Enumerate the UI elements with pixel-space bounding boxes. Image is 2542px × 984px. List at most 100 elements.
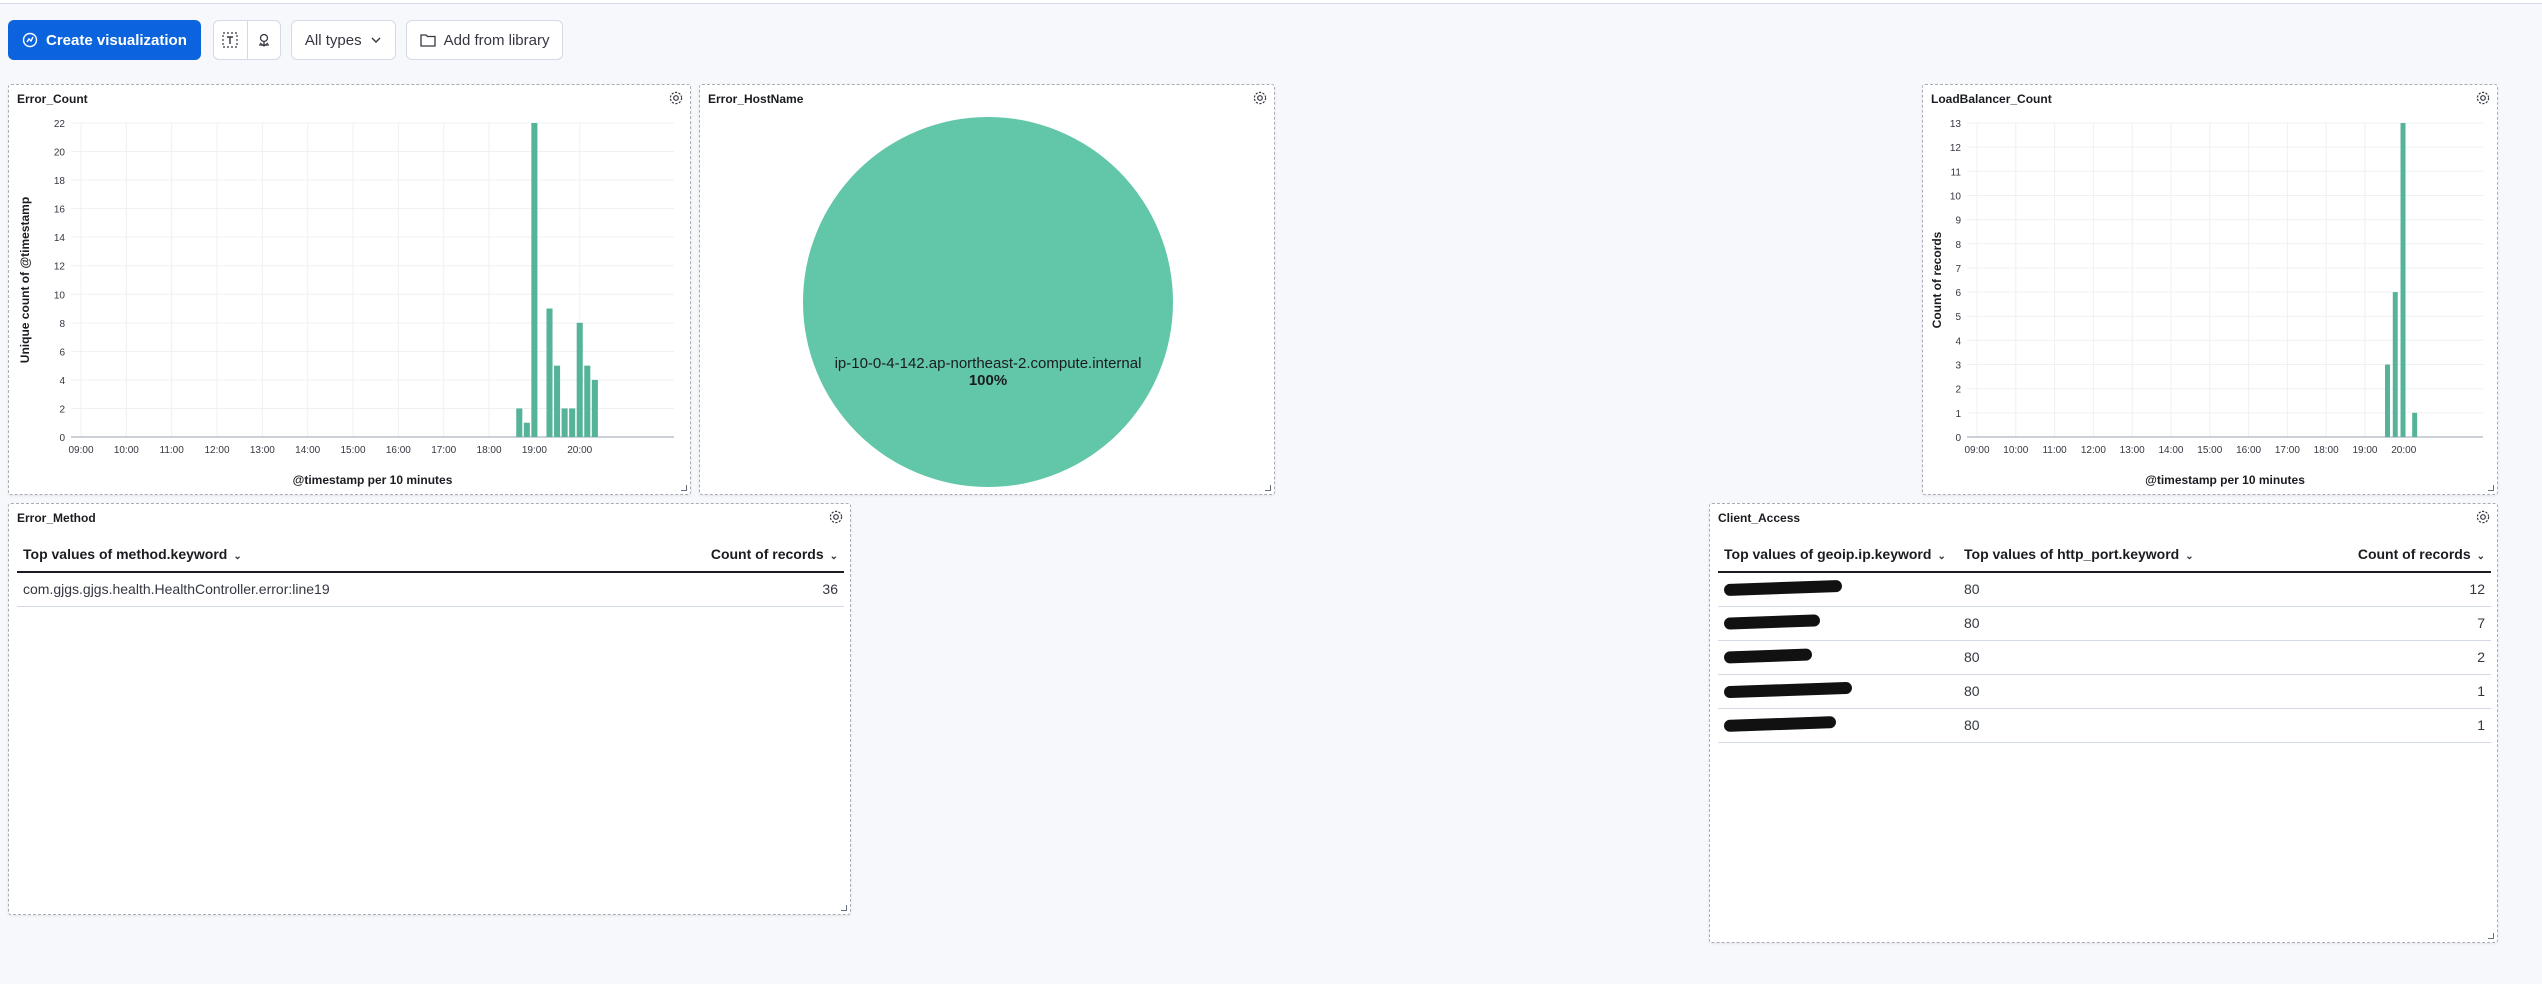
create-visualization-label: Create visualization [46, 31, 187, 49]
map-pin-icon [258, 33, 269, 47]
bar [561, 408, 568, 437]
x-tick-label: 13:00 [250, 445, 275, 456]
y-tick-label: 18 [54, 176, 66, 187]
ip-cell-redacted [1718, 708, 1958, 743]
y-tick-label: 22 [54, 119, 66, 130]
y-tick-label: 20 [54, 148, 66, 159]
bar [2385, 364, 2390, 437]
x-tick-label: 14:00 [2158, 445, 2183, 456]
add-from-library-button[interactable]: Add from library [405, 20, 564, 60]
x-tick-label: 15:00 [2197, 445, 2222, 456]
table-header-row: Top values of geoip.ip.keyword ⌄ Top valu… [1718, 536, 2491, 573]
x-tick-label: 09:00 [68, 445, 93, 456]
x-axis-label: @timestamp per 10 minutes [293, 473, 453, 487]
dashboard-toolbar: Create visualization All types Add from … [8, 20, 564, 60]
table-row: 80 1 [1718, 708, 2491, 743]
y-tick-label: 3 [1955, 361, 1961, 372]
table-row: com.gjgs.gjgs.health.HealthController.er… [17, 572, 844, 607]
port-cell: 80 [1958, 708, 2278, 743]
chevron-down-icon [371, 37, 381, 43]
port-cell: 80 [1958, 674, 2278, 709]
x-tick-label: 20:00 [2391, 445, 2416, 456]
column-header-method[interactable]: Top values of method.keyword ⌄ [17, 536, 437, 573]
y-tick-label: 1 [1955, 409, 1961, 420]
map-panel-button[interactable] [246, 21, 280, 59]
table-row: 80 7 [1718, 606, 2491, 641]
column-header-count[interactable]: Count of records ⌄ [2278, 536, 2491, 573]
y-tick-label: 12 [54, 262, 66, 273]
y-tick-label: 6 [1955, 288, 1961, 299]
chevron-down-icon: ⌄ [1937, 550, 1946, 562]
column-header-port[interactable]: Top values of http_port.keyword ⌄ [1958, 536, 2278, 573]
column-header-count[interactable]: Count of records ⌄ [437, 536, 844, 573]
error-hostname-pie-chart: ip-10-0-4-142.ap-northeast-2.compute.int… [803, 117, 1173, 487]
panel-title: Client_Access [1718, 511, 1801, 525]
port-cell: 80 [1958, 640, 2278, 675]
y-tick-label: 13 [1950, 119, 1962, 130]
x-tick-label: 09:00 [1964, 445, 1989, 456]
chevron-down-icon: ⌄ [829, 550, 838, 562]
x-tick-label: 17:00 [431, 445, 456, 456]
panel-client-access: Client_Access Top values of geoip.ip.key… [1709, 503, 2498, 943]
count-cell: 1 [2278, 674, 2491, 709]
resize-handle[interactable] [1265, 485, 1271, 491]
gear-icon[interactable] [2475, 509, 2491, 525]
y-tick-label: 0 [1955, 433, 1961, 444]
chevron-down-icon: ⌄ [233, 550, 242, 562]
method-cell: com.gjgs.gjgs.health.HealthController.er… [17, 572, 437, 607]
chevron-down-icon: ⌄ [2185, 550, 2194, 562]
folder-icon [419, 34, 436, 47]
y-tick-label: 8 [1955, 240, 1961, 251]
client-access-table: Top values of geoip.ip.keyword ⌄ Top valu… [1718, 536, 2491, 743]
y-tick-label: 12 [1950, 143, 1962, 154]
text-icon [222, 32, 238, 48]
gear-icon[interactable] [828, 509, 844, 525]
x-tick-label: 20:00 [567, 445, 592, 456]
visualize-icon [22, 32, 38, 48]
panel-error-hostname: Error_HostName ip-10-0-4-142.ap-northeas… [699, 84, 1275, 495]
resize-handle[interactable] [2488, 933, 2494, 939]
port-cell: 80 [1958, 606, 2278, 641]
bar [523, 422, 530, 437]
panel-title: Error_Method [17, 511, 96, 525]
loadbalancer-count-chart: 01234567891011121309:00 10:00 11:00 12:00 13… [1930, 119, 2483, 487]
quick-add-group [212, 20, 281, 60]
create-visualization-button[interactable]: Create visualization [8, 20, 201, 60]
x-tick-label: 12:00 [2081, 445, 2106, 456]
x-tick-label: 18:00 [477, 445, 502, 456]
y-tick-label: 9 [1955, 216, 1961, 227]
ip-cell-redacted [1718, 606, 1958, 641]
x-tick-label: 18:00 [2314, 445, 2339, 456]
all-types-dropdown[interactable]: All types [290, 20, 396, 60]
y-tick-label: 10 [1950, 191, 1962, 202]
error-count-chart: 0 2 4 6 8 10 12 14 16 18 20 22 09:00 10:00 11:00 12:00 1… [18, 119, 674, 487]
resize-handle[interactable] [681, 485, 687, 491]
y-tick-label: 4 [59, 376, 65, 387]
count-cell: 2 [2278, 640, 2491, 675]
chevron-down-icon: ⌄ [2476, 550, 2485, 562]
ip-cell-redacted [1718, 572, 1958, 607]
panel-loadbalancer-count: LoadBalancer_Count 0 1 2 3 4 5 6 7 8 9 10 11 12 13 09:… [1922, 84, 2498, 495]
x-tick-label: 10:00 [2003, 445, 2028, 456]
x-tick-label: 16:00 [386, 445, 411, 456]
x-tick-label: 14:00 [295, 445, 320, 456]
column-header-ip[interactable]: Top values of geoip.ip.keyword ⌄ [1718, 536, 1958, 573]
y-tick-label: 7 [1955, 264, 1961, 275]
x-tick-label: 12:00 [204, 445, 229, 456]
resize-handle[interactable] [841, 905, 847, 911]
slice-label: ip-10-0-4-142.ap-northeast-2.compute.int… [835, 355, 1142, 372]
bar [2400, 123, 2406, 437]
table-header-row: Top values of method.keyword ⌄ Count of r… [17, 536, 844, 573]
ip-cell-redacted [1718, 674, 1958, 709]
y-tick-label: 11 [1951, 167, 1962, 178]
panel-error-count: Error_Count 0 2 4 6 8 10 12 14 16 18 20 22 09:00 10:0… [8, 84, 691, 495]
x-tick-label: 13:00 [2120, 445, 2145, 456]
text-panel-button[interactable] [214, 21, 247, 59]
x-tick-label: 10:00 [114, 445, 139, 456]
slice-percent-label: 100% [969, 372, 1007, 389]
resize-handle[interactable] [2488, 485, 2494, 491]
count-cell: 36 [437, 572, 844, 607]
error-method-table: Top values of method.keyword ⌄ Count of r… [17, 536, 844, 607]
y-tick-label: 4 [1955, 336, 1961, 347]
count-cell: 7 [2278, 606, 2491, 641]
